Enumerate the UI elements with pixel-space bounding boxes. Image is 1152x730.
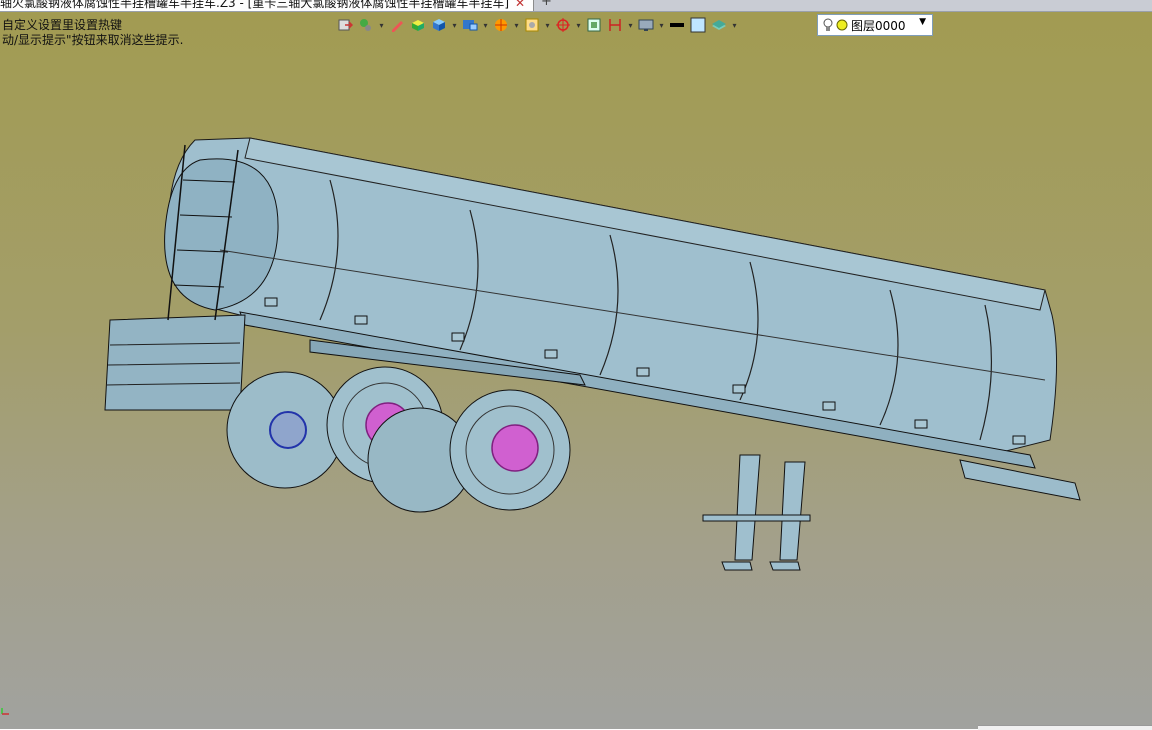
landing-gear [702,454,811,571]
3d-viewport[interactable]: 轴火氯酸钠液体腐蚀性半挂槽罐车半挂车.Z3 - [重卡三轴大氯酸钠液体腐蚀性半挂… [0,0,1152,730]
rear-bumper [104,314,246,411]
wheel-rear-inner [226,371,344,489]
wheel-front-outer [449,389,571,511]
axis-indicator-icon [1,708,9,715]
status-panel-edge [978,725,1152,730]
tanker-trailer-model[interactable] [0,0,1152,729]
rear-deck [959,459,1081,501]
